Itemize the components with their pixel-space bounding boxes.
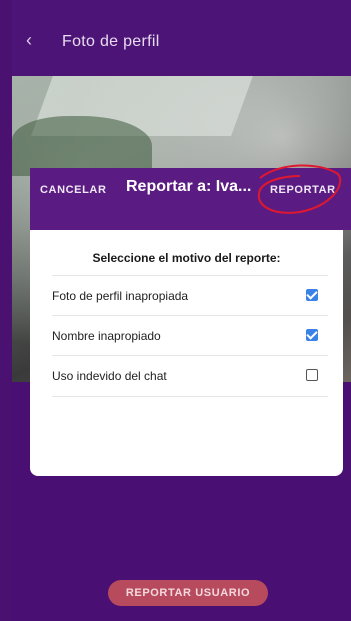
checkbox-checked[interactable] (306, 289, 318, 301)
back-chevron-icon[interactable]: ‹ (26, 30, 32, 51)
report-dialog-header: CANCELAR Reportar a: Iva... REPORTAR (30, 168, 351, 230)
option-label: Uso indevido del chat (52, 369, 167, 383)
option-row-chat[interactable]: Uso indevido del chat (52, 355, 328, 397)
report-button[interactable]: REPORTAR (270, 184, 336, 196)
dialog-prompt: Seleccione el motivo del reporte: (92, 251, 281, 265)
checkbox-checked[interactable] (306, 329, 318, 341)
option-row-name[interactable]: Nombre inapropiado (52, 315, 328, 356)
page-title: Foto de perfil (62, 33, 160, 50)
report-user-button[interactable]: REPORTAR USUARIO (108, 580, 268, 606)
checkbox-unchecked[interactable] (306, 369, 318, 381)
option-label: Foto de perfil inapropiada (52, 289, 189, 303)
dialog-title: Reportar a: Iva... (126, 178, 252, 195)
app-screen: ‹ Foto de perfil CANCELAR Reportar a: Iv… (12, 0, 351, 621)
option-row-photo[interactable]: Foto de perfil inapropiada (52, 275, 328, 316)
photo-trees (12, 116, 152, 176)
cancel-button[interactable]: CANCELAR (40, 184, 107, 196)
report-dialog-body: Seleccione el motivo del reporte: Foto d… (30, 230, 343, 476)
option-label: Nombre inapropiado (52, 329, 161, 343)
app-header: ‹ Foto de perfil (12, 0, 351, 76)
